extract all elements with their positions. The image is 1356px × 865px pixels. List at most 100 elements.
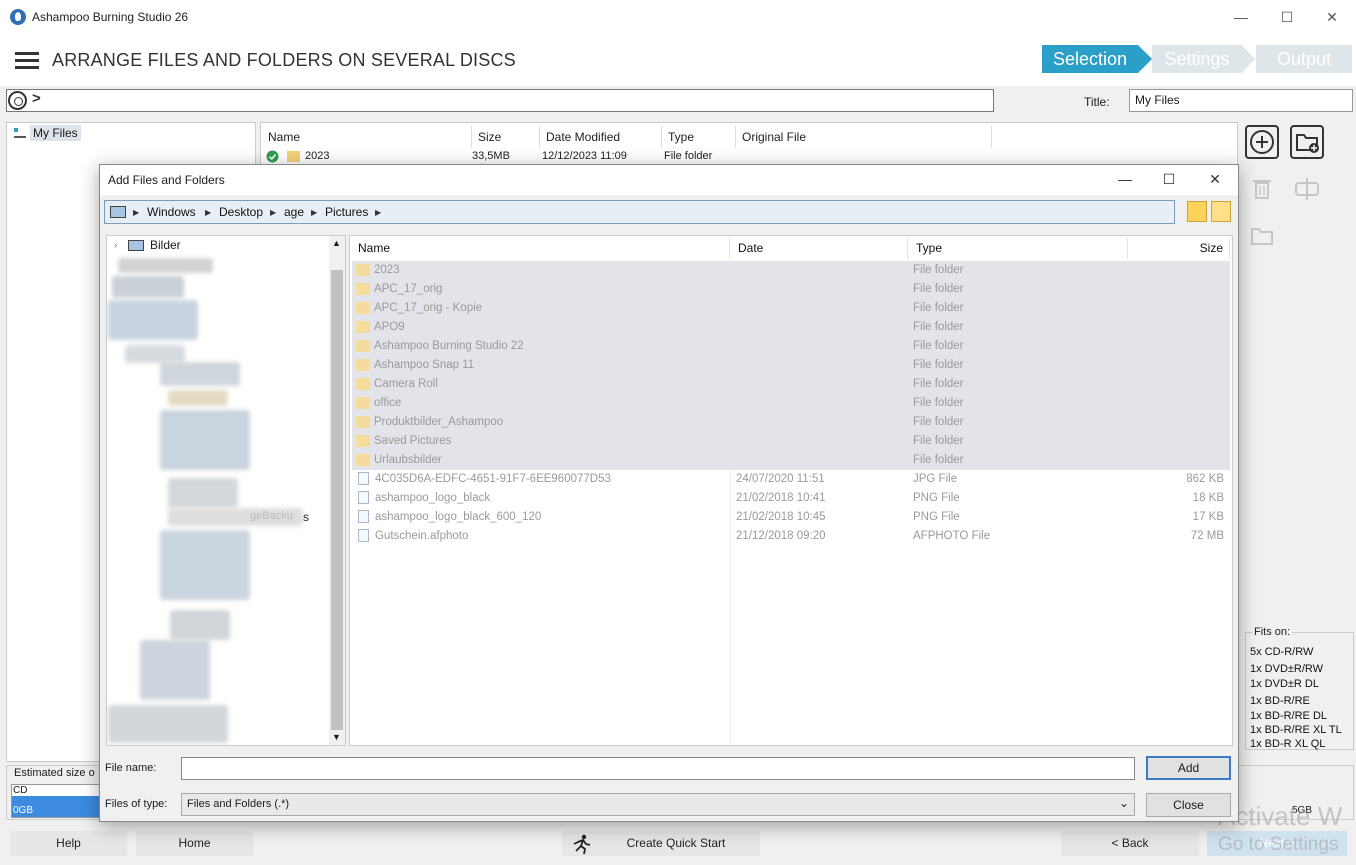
dialog-title: Add Files and Folders <box>108 173 225 187</box>
file-icon <box>358 472 369 486</box>
column-date-modified[interactable]: Date Modified <box>540 126 662 148</box>
dialog-close-button[interactable]: ✕ <box>1199 168 1231 190</box>
dialog-maximize-button[interactable]: ☐ <box>1153 168 1185 190</box>
close-button[interactable]: Close <box>1146 793 1231 817</box>
file-date: 21/02/2018 10:45 <box>736 511 826 523</box>
estimated-size-label: Estimated size o <box>14 767 95 779</box>
expand-chevron-icon[interactable]: › <box>114 240 117 251</box>
tree-item-label: My Files <box>30 125 81 141</box>
file-type-select[interactable]: Files and Folders (.*) <box>181 793 1135 816</box>
scroll-down-icon[interactable]: ▼ <box>332 732 341 742</box>
folder-row[interactable]: office File folder <box>356 394 1230 413</box>
breadcrumb-windows[interactable]: Windows <box>147 205 196 219</box>
folder-row[interactable]: Ashampoo Burning Studio 22 File folder <box>356 337 1230 356</box>
back-button[interactable]: < Back <box>1061 831 1199 856</box>
breadcrumb-pictures[interactable]: Pictures <box>325 205 368 219</box>
list-row-name[interactable]: 2023 <box>305 150 329 162</box>
step-arrow-icon <box>1242 45 1256 73</box>
blurred-nav-item <box>125 345 185 363</box>
folder-rows: 2023 File folder APC_17_orig File folder APC… <box>356 261 1230 470</box>
open-folder-button[interactable] <box>1249 224 1277 251</box>
file-row[interactable]: ashampoo_logo_black 21/02/2018 10:41 PNG F… <box>356 489 1230 508</box>
tree-item-my-files[interactable]: My Files <box>14 125 81 142</box>
new-folder-button[interactable] <box>1290 125 1324 159</box>
breadcrumb[interactable] <box>104 200 1175 224</box>
file-date: 24/07/2020 11:51 <box>736 473 825 485</box>
file-type: JPG File <box>913 473 958 485</box>
folder-icon <box>356 396 370 409</box>
column-original-file[interactable]: Original File <box>736 126 992 148</box>
file-column-type[interactable]: Type <box>908 238 1128 259</box>
breadcrumb-arrow-icon[interactable]: ▶ <box>375 205 381 220</box>
fits-item: 1x BD-R/RE XL TL <box>1250 724 1342 737</box>
help-button[interactable]: Help <box>10 831 127 856</box>
column-size[interactable]: Size <box>472 126 540 148</box>
dialog-minimize-button[interactable]: — <box>1109 168 1141 190</box>
file-column-date[interactable]: Date <box>730 238 908 259</box>
split-button[interactable] <box>1293 175 1321 206</box>
file-row[interactable]: Gutschein.afphoto 21/12/2018 09:20 AFPHOTO… <box>356 527 1230 546</box>
fits-item: 1x BD-R XL QL <box>1250 738 1326 751</box>
column-name[interactable]: Name <box>262 126 472 148</box>
close-window-button[interactable]: ✕ <box>1317 6 1347 28</box>
scroll-up-icon[interactable]: ▲ <box>332 238 341 248</box>
blurred-nav-item <box>108 705 228 743</box>
file-name-input[interactable] <box>181 757 1135 780</box>
new-folder-icon[interactable] <box>1211 201 1231 222</box>
up-folder-icon[interactable] <box>1187 201 1207 222</box>
maximize-button[interactable]: ☐ <box>1272 6 1302 28</box>
breadcrumb-arrow-icon[interactable]: ▶ <box>133 205 139 220</box>
blurred-nav-item <box>160 530 250 600</box>
fits-item: 1x DVD±R/RW <box>1250 663 1324 676</box>
nav-item-bilder[interactable]: Bilder <box>150 238 181 252</box>
path-bar[interactable] <box>6 89 994 112</box>
folder-row[interactable]: Produktbilder_Ashampoo File folder <box>356 413 1230 432</box>
folder-row[interactable]: APC_17_orig File folder <box>356 280 1230 299</box>
folder-row[interactable]: Saved Pictures File folder <box>356 432 1230 451</box>
breadcrumb-arrow-icon[interactable]: ▶ <box>270 205 276 220</box>
file-row[interactable]: ashampoo_logo_black_600_120 21/02/2018 10… <box>356 508 1230 527</box>
dialog-title-bar <box>100 165 1238 195</box>
column-type[interactable]: Type <box>662 126 736 148</box>
blurred-nav-item <box>168 478 238 508</box>
folder-icon <box>356 453 370 466</box>
folder-type: File folder <box>913 302 964 314</box>
breadcrumb-desktop[interactable]: Desktop <box>219 205 263 219</box>
folder-row[interactable]: Ashampoo Snap 11 File folder <box>356 356 1230 375</box>
folder-row[interactable]: Urlaubsbilder File folder <box>356 451 1230 470</box>
breadcrumb-arrow-icon[interactable]: ▶ <box>205 205 211 220</box>
activate-watermark-subtitle: Go to Settings <box>1218 834 1339 855</box>
home-button[interactable]: Home <box>136 831 253 856</box>
step-output[interactable]: Output <box>1256 45 1352 73</box>
add-files-button[interactable] <box>1245 125 1279 159</box>
path-chevron-icon[interactable]: > <box>32 90 41 107</box>
minimize-button[interactable]: — <box>1226 6 1256 28</box>
title-input[interactable]: My Files <box>1129 89 1353 112</box>
file-column-name[interactable]: Name <box>350 238 730 259</box>
folder-type: File folder <box>913 359 964 371</box>
folder-row[interactable]: 2023 File folder <box>356 261 1230 280</box>
folder-row[interactable]: Camera Roll File folder <box>356 375 1230 394</box>
step-settings[interactable]: Settings <box>1152 45 1242 73</box>
breadcrumb-arrow-icon[interactable]: ▶ <box>311 205 317 220</box>
trash-icon <box>1253 180 1271 199</box>
hamburger-menu-icon[interactable] <box>15 52 39 70</box>
add-button[interactable]: Add <box>1146 756 1231 780</box>
page-title: ARRANGE FILES AND FOLDERS ON SEVERAL DIS… <box>52 50 516 70</box>
file-row[interactable]: 4C035D6A-EDFC-4651-91F7-6EE960077D53 24/0… <box>356 470 1230 489</box>
folder-icon <box>287 151 300 162</box>
fits-item: 5x CD-R/RW <box>1250 646 1314 658</box>
folder-row[interactable]: APO9 File folder <box>356 318 1230 337</box>
folder-row[interactable]: APC_17_orig - Kopie File folder <box>356 299 1230 318</box>
breadcrumb-age[interactable]: age <box>284 205 304 219</box>
file-name: 4C035D6A-EDFC-4651-91F7-6EE960077D53 <box>375 473 611 485</box>
create-quick-start-button[interactable]: Create Quick Start <box>562 831 760 856</box>
file-size: 862 KB <box>1186 473 1224 485</box>
nav-scrollbar-thumb[interactable] <box>331 270 343 730</box>
step-selection[interactable]: Selection <box>1042 45 1138 73</box>
folder-name: office <box>374 397 402 409</box>
file-column-size[interactable]: Size <box>1128 238 1230 259</box>
delete-button[interactable] <box>1249 175 1275 206</box>
chevron-down-icon[interactable]: ⌄ <box>1119 796 1129 810</box>
blurred-nav-item <box>108 300 198 340</box>
